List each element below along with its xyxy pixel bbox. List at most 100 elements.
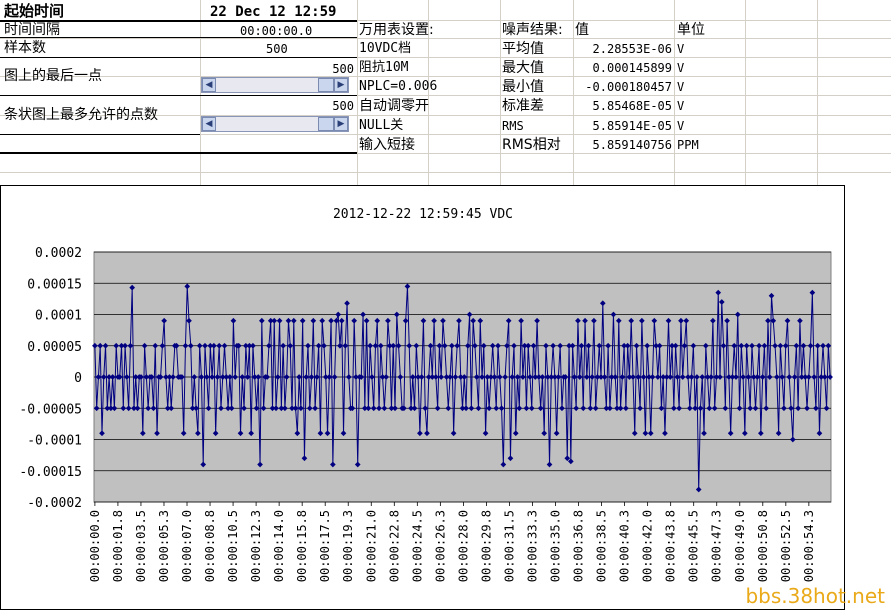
cell-border <box>0 134 200 135</box>
x-tick-label: 00:00:07.0 <box>180 510 194 582</box>
interval-label: 时间间隔 <box>4 22 60 38</box>
x-tick-label: 00:00:05.3 <box>157 510 171 582</box>
x-tick-label: 00:00:35.0 <box>549 510 563 582</box>
row-divider <box>0 38 891 39</box>
y-tick-label: 0.00015 <box>27 277 82 292</box>
x-tick-label: 00:00:01.8 <box>111 510 125 582</box>
result-unit: V <box>677 61 685 75</box>
x-tick-label: 00:00:45.5 <box>687 510 701 582</box>
noise-chart[interactable]: 2012-12-22 12:59:45 VDC 0.0002 0.00015 0.00… <box>0 185 845 610</box>
watermark: bbs.38hot.net <box>745 584 885 608</box>
scroll-right-icon[interactable]: ▶ <box>334 78 348 92</box>
result-unit: V <box>677 42 685 56</box>
x-tick-label: 00:00:31.5 <box>502 510 516 582</box>
chart-svg: 2012-12-22 12:59:45 VDC 0.0002 0.00015 0.00… <box>19 207 833 582</box>
x-tick-label: 00:00:21.0 <box>364 510 378 582</box>
setting-item: 10VDC档 <box>359 41 412 56</box>
result-value: 5.85914E-05 <box>592 119 672 133</box>
y-tick-label: -0.00015 <box>19 465 82 480</box>
result-name: RMS相对 <box>502 137 561 153</box>
row-divider <box>0 172 891 173</box>
x-tick-label: 00:00:36.8 <box>572 510 586 582</box>
samples-label: 样本数 <box>4 40 46 56</box>
results-header-value: 值 <box>575 22 589 38</box>
x-tick-label: 00:00:49.0 <box>733 510 747 582</box>
x-tick-label: 00:00:47.3 <box>710 510 724 582</box>
start-time-label: 起始时间 <box>4 2 65 20</box>
result-value: -0.000180457 <box>585 80 672 94</box>
x-tick-label: 00:00:00.0 <box>88 510 102 582</box>
result-name: 标准差 <box>502 98 544 114</box>
x-tick-label: 00:00:26.3 <box>433 510 447 582</box>
last-point-value: 500 <box>332 62 354 76</box>
x-tick-label: 00:00:19.3 <box>341 510 355 582</box>
setting-item: 输入短接 <box>359 137 415 153</box>
last-point-label: 图上的最后一点 <box>4 68 102 84</box>
row-divider <box>0 76 891 77</box>
column-divider <box>674 0 675 185</box>
results-header-name: 噪声结果: <box>502 22 563 38</box>
scroll-left-icon[interactable]: ◀ <box>202 117 216 131</box>
cell-border <box>0 57 357 58</box>
y-tick-label: -0.0002 <box>27 496 82 511</box>
x-tick-label: 00:00:42.0 <box>641 510 655 582</box>
scroll-thumb[interactable] <box>318 117 334 131</box>
result-value: 0.000145899 <box>592 61 672 75</box>
scroll-right-icon[interactable]: ▶ <box>334 117 348 131</box>
column-divider <box>500 0 501 185</box>
last-point-scrollbar[interactable]: ◀ ▶ <box>201 77 349 93</box>
x-tick-label: 00:00:40.3 <box>618 510 632 582</box>
scroll-thumb[interactable] <box>318 78 334 92</box>
x-tick-label: 00:00:50.8 <box>756 510 770 582</box>
x-tick-label: 00:00:08.8 <box>203 510 217 582</box>
y-tick-label: 0.0002 <box>35 246 82 261</box>
y-tick-label: -0.0001 <box>27 434 82 449</box>
interval-value: 00:00:00.0 <box>240 24 313 38</box>
x-tick-label: 00:00:54.3 <box>802 510 816 582</box>
x-tick-label: 00:00:33.3 <box>525 510 539 582</box>
column-divider <box>357 0 358 185</box>
x-tick-label: 00:00:15.8 <box>295 510 309 582</box>
max-points-value: 500 <box>332 99 354 113</box>
result-value: 5.85468E-05 <box>592 99 672 113</box>
results-header-unit: 单位 <box>677 22 705 38</box>
cell-border <box>0 152 357 154</box>
x-tick-label: 00:00:29.8 <box>479 510 493 582</box>
scroll-left-icon[interactable]: ◀ <box>202 78 216 92</box>
cell-border <box>0 95 357 96</box>
result-name: 最小值 <box>502 79 544 95</box>
y-tick-label: 0.0001 <box>35 309 82 324</box>
result-unit: V <box>677 99 685 113</box>
max-points-label: 条状图上最多允许的点数 <box>4 107 158 123</box>
x-tick-label: 00:00:14.0 <box>272 510 286 582</box>
settings-header: 万用表设置: <box>359 22 434 38</box>
x-tick-label: 00:00:28.0 <box>456 510 470 582</box>
start-time-value: 22 Dec 12 12:59 <box>210 4 337 20</box>
x-tick-label: 00:00:03.5 <box>134 510 148 582</box>
x-tick-label: 00:00:43.8 <box>664 510 678 582</box>
x-tick-label: 00:00:10.5 <box>226 510 240 582</box>
setting-item: NPLC=0.006 <box>359 79 438 94</box>
y-tick-label: 0 <box>74 371 82 386</box>
result-name: 平均值 <box>502 41 544 57</box>
result-unit: V <box>677 80 685 94</box>
chart-title: 2012-12-22 12:59:45 VDC <box>333 207 513 222</box>
result-value: 5.859140756 <box>592 138 672 152</box>
result-value: 2.28553E-06 <box>592 42 672 56</box>
x-tick-label: 00:00:52.5 <box>779 510 793 582</box>
x-tick-label: 00:00:17.5 <box>318 510 332 582</box>
x-tick-label: 00:00:12.3 <box>249 510 263 582</box>
samples-value: 500 <box>266 42 288 56</box>
y-tick-label: 0.00005 <box>27 340 82 355</box>
result-name: RMS <box>502 119 524 133</box>
max-points-scrollbar[interactable]: ◀ ▶ <box>201 116 349 132</box>
spreadsheet-area: 起始时间 22 Dec 12 12:59 时间间隔 00:00:00.0 样本数… <box>0 0 891 185</box>
setting-item: NULL关 <box>359 118 404 133</box>
y-tick-label: -0.00005 <box>19 402 82 417</box>
column-divider <box>817 0 818 185</box>
result-name: 最大值 <box>502 60 544 76</box>
x-tick-label: 00:00:22.8 <box>387 510 401 582</box>
column-divider <box>745 0 746 185</box>
setting-item: 自动调零开 <box>359 98 429 114</box>
x-tick-label: 00:00:24.5 <box>410 510 424 582</box>
